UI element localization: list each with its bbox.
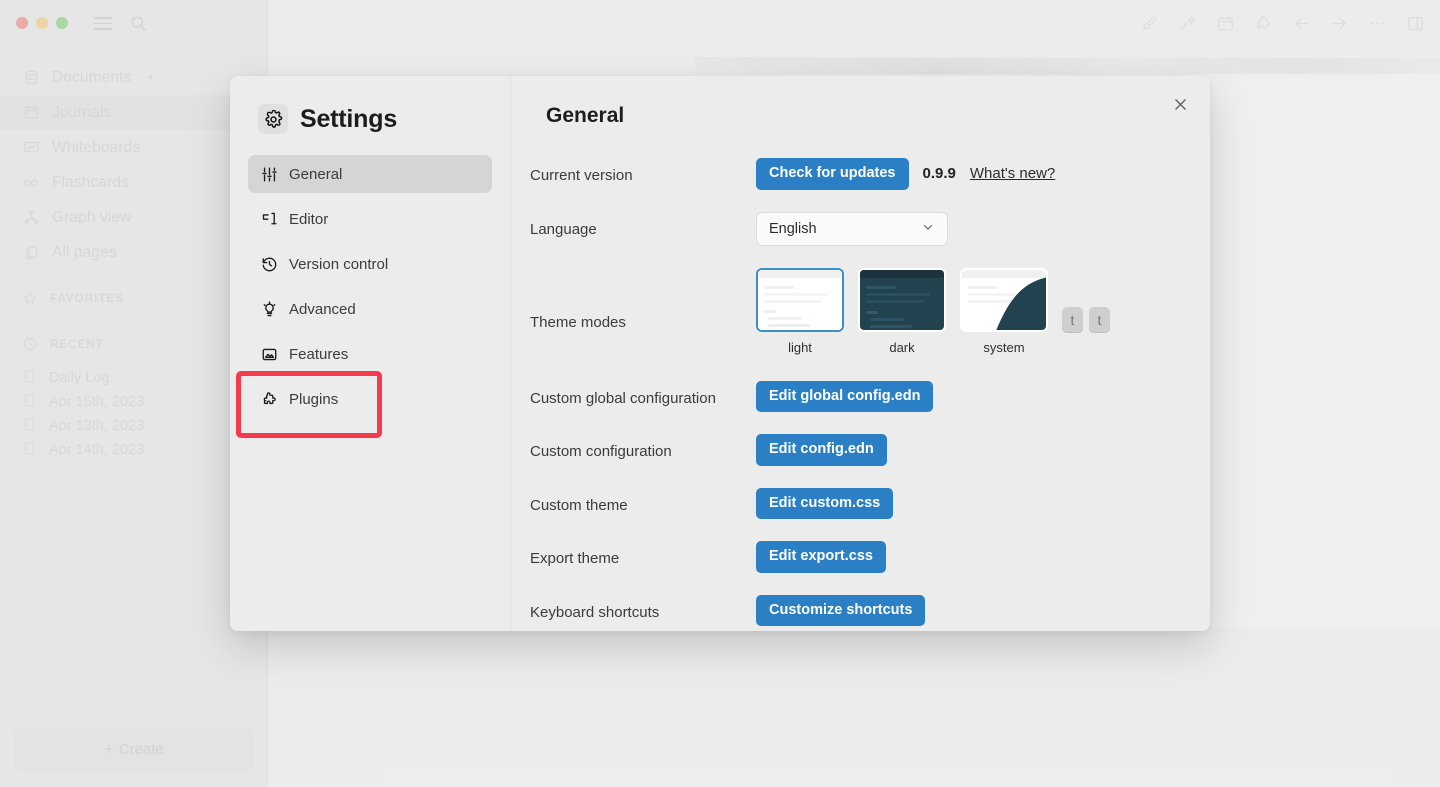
settings-nav-label: Features: [289, 345, 349, 363]
settings-nav-item-general[interactable]: General: [248, 155, 492, 193]
row-control: light dark system t t: [756, 267, 1110, 355]
row-language: Language English: [530, 211, 1180, 246]
theme-thumbnail-system[interactable]: [960, 267, 1048, 332]
image-frame-icon: [260, 345, 278, 363]
keycap-t-1[interactable]: t: [1062, 307, 1083, 333]
row-label: Custom global configuration: [530, 389, 716, 407]
settings-content-pane: General Current version Check for update…: [512, 76, 1210, 631]
row-label: Language: [530, 220, 597, 238]
row-label: Keyboard shortcuts: [530, 603, 660, 621]
editor-icon: [260, 210, 278, 228]
settings-nav-label: Plugins: [289, 390, 339, 408]
settings-nav-item-plugins[interactable]: Plugins: [248, 380, 492, 418]
settings-nav-label: General: [289, 165, 343, 183]
row-keyboard-shortcuts: Keyboard shortcuts Customize shortcuts: [530, 594, 1180, 626]
settings-nav: General Editor Version control Advanced: [230, 155, 510, 418]
lightbulb-icon: [260, 300, 278, 318]
row-current-version: Current version Check for updates 0.9.9 …: [530, 158, 1180, 190]
row-control: Edit config.edn: [756, 434, 887, 466]
puzzle-plugin-icon: [260, 390, 278, 408]
row-control: Edit global config.edn: [756, 380, 934, 412]
theme-option-light[interactable]: light: [756, 267, 844, 355]
language-select[interactable]: English: [756, 211, 948, 246]
theme-option-label: system: [983, 339, 1025, 355]
theme-thumbnail-light[interactable]: [756, 267, 844, 332]
keycap-t-2[interactable]: t: [1089, 307, 1110, 333]
row-custom-configuration: Custom configuration Edit config.edn: [530, 434, 1180, 466]
row-export-theme: Export theme Edit export.css: [530, 541, 1180, 573]
content-title: General: [546, 104, 625, 127]
settings-nav-label: Version control: [289, 255, 389, 273]
theme-shortcut-keys: t t: [1062, 307, 1110, 333]
theme-option-dark[interactable]: dark: [858, 267, 946, 355]
row-label: Custom theme: [530, 496, 628, 514]
row-control: Customize shortcuts: [756, 594, 926, 626]
edit-custom-css-button[interactable]: Edit custom.css: [756, 487, 894, 519]
settings-dialog: Settings General Editor Version control: [230, 76, 1210, 631]
edit-global-config-button[interactable]: Edit global config.edn: [756, 380, 934, 412]
settings-nav-item-version-control[interactable]: Version control: [248, 245, 492, 283]
theme-option-label: light: [788, 339, 812, 355]
theme-option-label: dark: [889, 339, 915, 355]
version-number: 0.9.9: [922, 165, 956, 183]
row-custom-global-configuration: Custom global configuration Edit global …: [530, 380, 1180, 412]
row-theme-modes: Theme modes light dark system t t: [530, 267, 1180, 355]
row-label: Export theme: [530, 550, 620, 567]
chevron-down-icon: [921, 220, 935, 238]
row-label: Current version: [530, 167, 633, 184]
row-control: Edit custom.css: [756, 487, 894, 519]
row-control: English: [756, 211, 948, 246]
settings-sidebar: Settings General Editor Version control: [230, 76, 511, 631]
theme-thumbnail-dark[interactable]: [858, 267, 946, 332]
settings-nav-label: Advanced: [289, 300, 356, 318]
edit-config-button[interactable]: Edit config.edn: [756, 434, 887, 466]
whats-new-link[interactable]: What's new?: [970, 165, 1055, 182]
theme-mode-list: light dark system: [756, 267, 1048, 355]
language-select-value: English: [769, 220, 817, 237]
theme-option-system[interactable]: system: [960, 267, 1048, 355]
page-title: Settings: [300, 104, 398, 133]
edit-export-css-button[interactable]: Edit export.css: [756, 541, 886, 573]
settings-nav-label: Editor: [289, 210, 329, 228]
settings-nav-item-features[interactable]: Features: [248, 335, 492, 373]
settings-nav-item-editor[interactable]: Editor: [248, 200, 492, 238]
settings-brand: Settings: [230, 76, 510, 134]
check-for-updates-button[interactable]: Check for updates: [756, 158, 909, 190]
customize-shortcuts-button[interactable]: Customize shortcuts: [756, 594, 926, 626]
row-custom-theme: Custom theme Edit custom.css: [530, 487, 1180, 519]
row-label: Theme modes: [530, 313, 626, 331]
row-label: Custom configuration: [530, 443, 672, 460]
history-clock-icon: [260, 255, 278, 273]
sliders-icon: [260, 165, 278, 183]
settings-nav-item-advanced[interactable]: Advanced: [248, 290, 492, 328]
row-control: Check for updates 0.9.9 What's new?: [756, 158, 1055, 190]
row-control: Edit export.css: [756, 541, 886, 573]
gear-icon: [258, 104, 288, 134]
